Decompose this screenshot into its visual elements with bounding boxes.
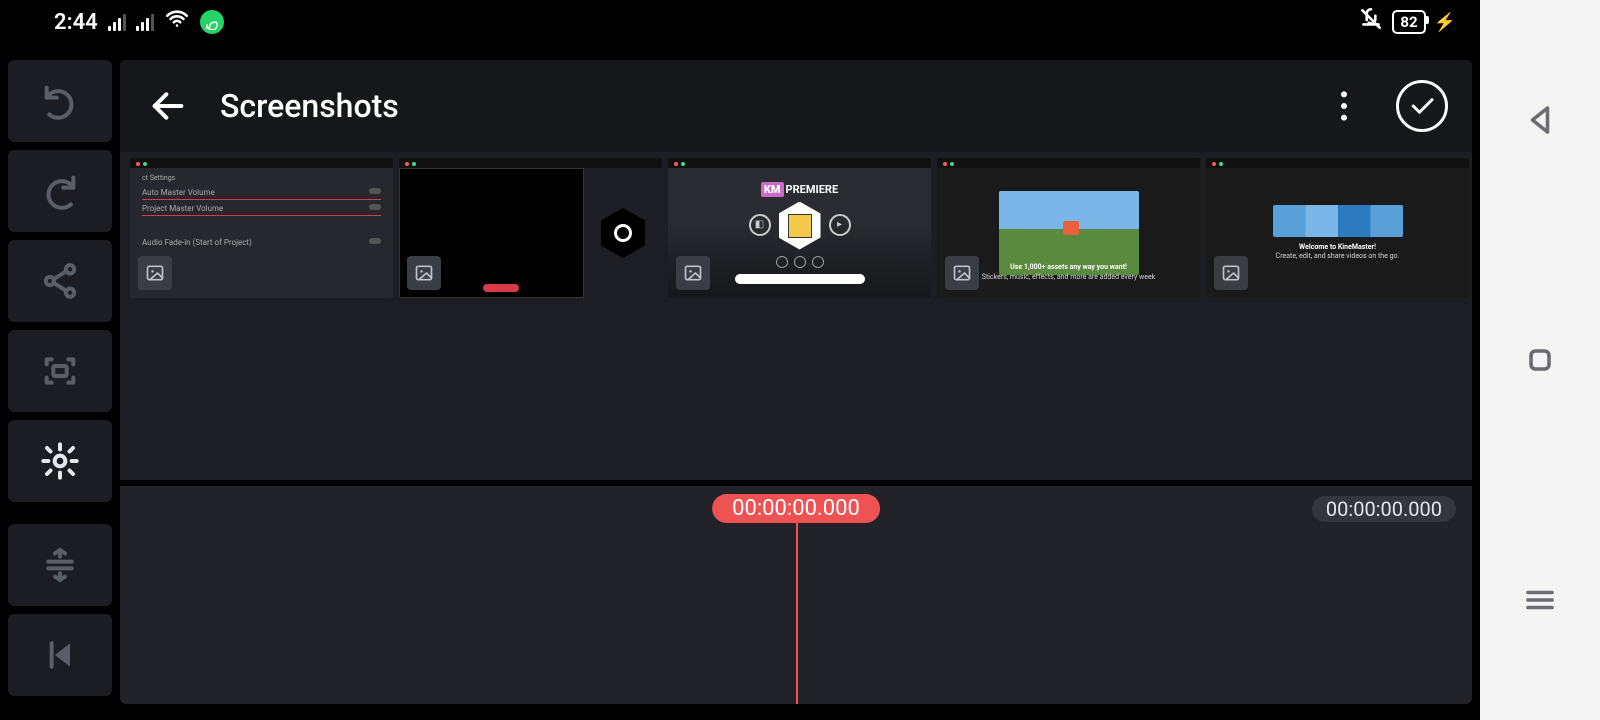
media-item[interactable]: Welcome to KineMaster!Create, edit, and …: [1206, 158, 1469, 298]
status-bar: 2:44 82 ⚡: [0, 0, 1480, 44]
system-nav-bar: [1480, 0, 1600, 720]
charging-icon: ⚡: [1434, 12, 1456, 33]
image-type-icon: [676, 256, 710, 290]
image-type-icon: [1214, 256, 1248, 290]
app-screen: 2:44 82 ⚡ Screenshots: [0, 0, 1480, 720]
nav-back-button[interactable]: [1522, 102, 1558, 138]
mute-icon: [1358, 6, 1384, 38]
timeline-expand-button[interactable]: [8, 524, 112, 606]
playhead-time: 00:00:00.000: [712, 494, 880, 523]
capture-button[interactable]: [8, 330, 112, 412]
timeline[interactable]: 00:00:00.000 00:00:00.000: [120, 486, 1472, 704]
media-grid[interactable]: ct Settings Auto Master Volume Project M…: [120, 152, 1472, 480]
image-type-icon: [138, 256, 172, 290]
redo-button[interactable]: [8, 150, 112, 232]
picker-header: Screenshots: [120, 60, 1472, 152]
wifi-icon: [164, 6, 190, 38]
playhead[interactable]: [796, 522, 798, 704]
media-item[interactable]: Use 1,000+ assets any way you want!Stick…: [937, 158, 1200, 298]
signal-sim1-icon: [108, 13, 126, 31]
more-button[interactable]: [1320, 82, 1368, 130]
media-item[interactable]: KMPREMIERE ◧ ▸: [668, 158, 931, 298]
media-item[interactable]: ct Settings Auto Master Volume Project M…: [130, 158, 393, 298]
image-type-icon: [945, 256, 979, 290]
back-button[interactable]: [144, 82, 192, 130]
whatsapp-notification-icon: [200, 10, 224, 34]
image-type-icon: [407, 256, 441, 290]
jump-to-start-button[interactable]: [8, 614, 112, 696]
share-button[interactable]: [8, 240, 112, 322]
confirm-button[interactable]: [1396, 80, 1448, 132]
left-toolbar: [8, 60, 112, 704]
clock: 2:44: [54, 10, 98, 35]
undo-button[interactable]: [8, 60, 112, 142]
battery-icon: 82: [1392, 10, 1425, 34]
nav-recent-button[interactable]: [1522, 582, 1558, 618]
total-duration: 00:00:00.000: [1312, 496, 1456, 522]
picker-title: Screenshots: [220, 87, 399, 125]
nav-home-button[interactable]: [1522, 342, 1558, 378]
signal-sim2-icon: [136, 13, 154, 31]
settings-button[interactable]: [8, 420, 112, 502]
media-item[interactable]: [399, 158, 662, 298]
